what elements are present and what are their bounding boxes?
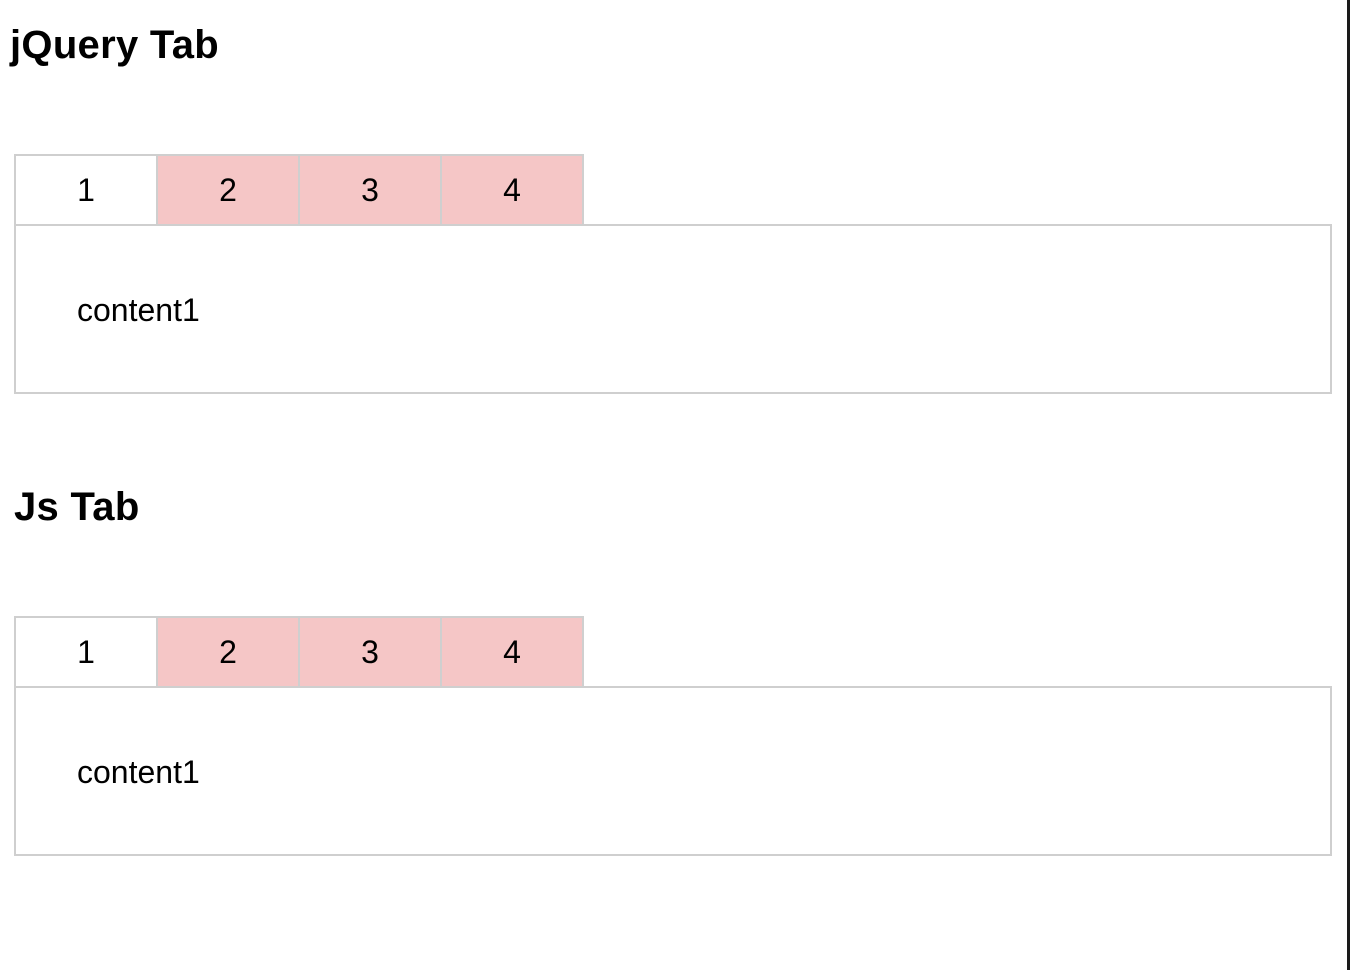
tab-list: 1 2 3 4 — [14, 154, 1332, 226]
tab-2[interactable]: 2 — [156, 154, 300, 226]
jquery-tab-widget: 1 2 3 4 content1 — [14, 154, 1332, 394]
tab-list: 1 2 3 4 — [14, 616, 1332, 688]
tab-panel-content: content1 — [77, 754, 200, 790]
tab-panel: content1 — [14, 686, 1332, 856]
tab-2[interactable]: 2 — [156, 616, 300, 688]
js-tab-widget: 1 2 3 4 content1 — [14, 616, 1332, 856]
tab-3[interactable]: 3 — [298, 154, 442, 226]
tab-3[interactable]: 3 — [298, 616, 442, 688]
tab-1[interactable]: 1 — [14, 154, 158, 226]
section-title: Js Tab — [14, 485, 140, 529]
tab-1[interactable]: 1 — [14, 616, 158, 688]
tab-panel-content: content1 — [77, 292, 200, 328]
tab-panel: content1 — [14, 224, 1332, 394]
tab-4[interactable]: 4 — [440, 154, 584, 226]
section-title: jQuery Tab — [10, 23, 219, 67]
tab-4[interactable]: 4 — [440, 616, 584, 688]
